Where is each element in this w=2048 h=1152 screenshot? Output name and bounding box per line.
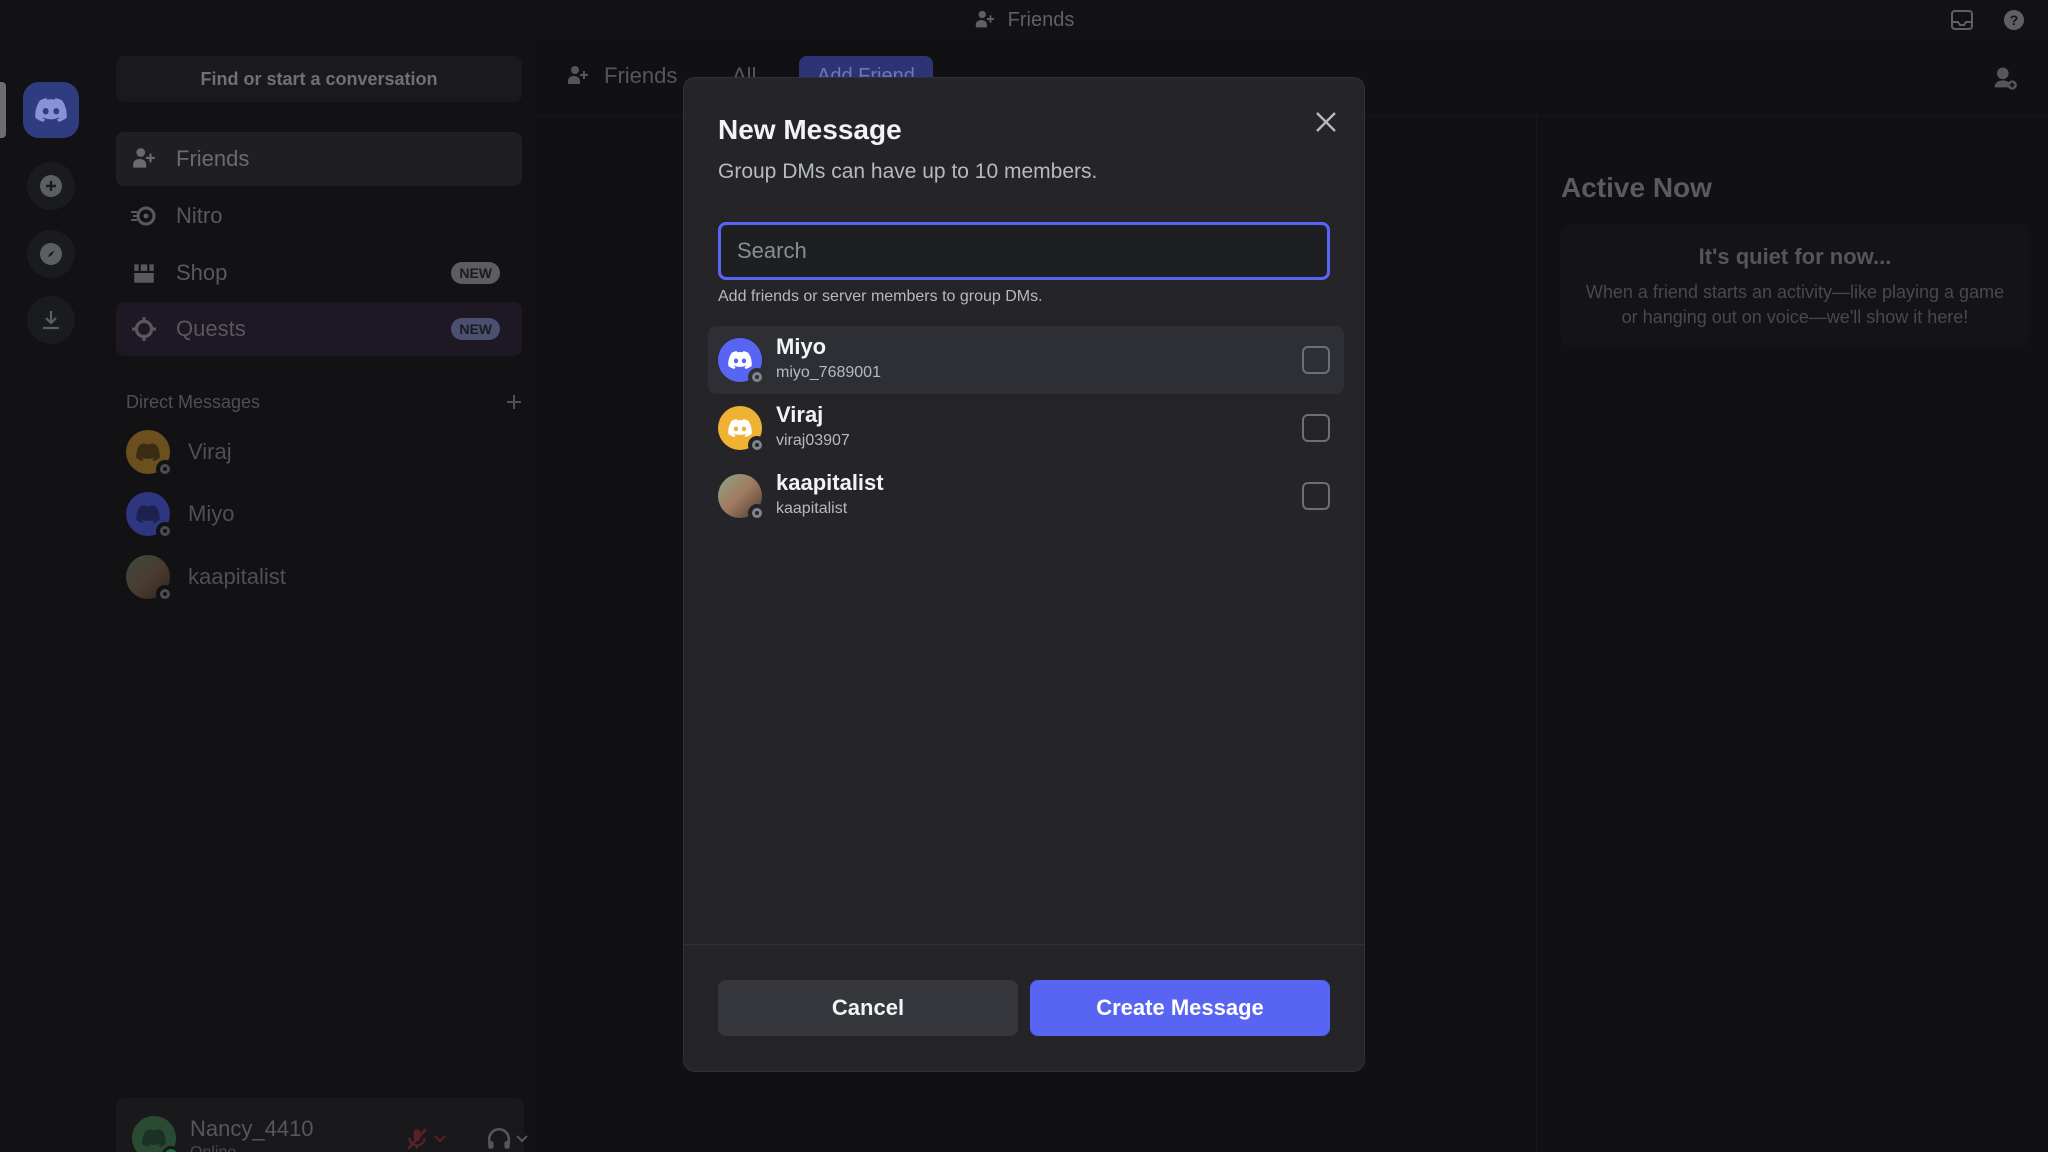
selected-server-pill <box>0 82 6 138</box>
username: Nancy_4410 <box>190 1116 314 1141</box>
friends-icon <box>975 10 994 28</box>
avatar <box>126 492 174 540</box>
friends-icon <box>568 66 588 84</box>
sidebar-item-label: Shop <box>176 260 228 285</box>
chevron-down-icon[interactable] <box>512 1124 532 1152</box>
friend-username: kaapitalist <box>776 500 848 517</box>
active-now-title: Active Now <box>1561 172 1712 203</box>
nitro-icon <box>128 200 160 232</box>
shop-icon <box>128 257 160 289</box>
friend-row-viraj[interactable]: Viraj viraj03907 <box>708 394 1344 462</box>
help-icon[interactable]: ? <box>2002 8 2026 32</box>
dm-item-miyo[interactable]: Miyo <box>126 489 522 540</box>
tab-friends: Friends <box>566 56 677 96</box>
add-server-icon[interactable] <box>27 162 75 210</box>
dm-name: kaapitalist <box>188 564 286 589</box>
active-now-panel: Active Now It's quiet for now... When a … <box>1536 116 2048 1152</box>
search-hint: Add friends or server members to group D… <box>718 288 1043 305</box>
new-badge: NEW <box>451 262 500 284</box>
avatar <box>718 474 766 522</box>
search-input[interactable] <box>718 222 1330 280</box>
avatar <box>718 338 766 386</box>
status-indicator <box>156 522 174 540</box>
add-dm-icon[interactable] <box>506 394 522 410</box>
window-title: Friends <box>0 0 2048 40</box>
dm-item-viraj[interactable]: Viraj <box>126 427 522 478</box>
empty-description: When a friend starts an activity—like pl… <box>1585 282 2005 327</box>
sidebar-item-shop[interactable]: Shop NEW <box>116 246 522 300</box>
footer-divider <box>684 944 1364 945</box>
avatar <box>126 430 174 478</box>
friend-username: viraj03907 <box>776 432 850 449</box>
quests-icon <box>128 313 160 345</box>
dm-sidebar: Find or start a conversation Friends Nit… <box>104 40 593 1152</box>
online-status-indicator <box>162 1146 180 1152</box>
status-indicator <box>748 368 766 386</box>
friend-row-miyo[interactable]: Miyo miyo_7689001 <box>708 326 1344 394</box>
user-panel: Nancy_4410 Online <box>116 1098 593 1152</box>
friend-row-kaapitalist[interactable]: kaapitalist kaapitalist <box>708 462 1344 530</box>
avatar <box>718 406 766 454</box>
mute-mic-icon[interactable] <box>402 1124 432 1152</box>
sidebar-item-quests[interactable]: Quests NEW <box>116 302 522 356</box>
status-indicator <box>156 585 174 603</box>
status-indicator <box>156 460 174 478</box>
window-title-text: Friends <box>1007 8 1075 31</box>
friend-username: miyo_7689001 <box>776 364 881 381</box>
close-icon[interactable] <box>1308 104 1344 140</box>
headphones-icon[interactable] <box>484 1124 514 1152</box>
status-indicator <box>748 436 766 454</box>
select-checkbox[interactable] <box>1302 346 1330 374</box>
modal-title: New Message <box>718 114 902 145</box>
sidebar-item-label: Friends <box>176 146 250 171</box>
svg-text:?: ? <box>2010 12 2019 28</box>
window-titlebar: Friends ? <box>0 0 2048 40</box>
direct-messages-label: Direct Messages <box>126 391 261 412</box>
friend-display-name: Viraj <box>776 402 824 427</box>
cancel-button[interactable]: Cancel <box>718 980 1018 1036</box>
server-rail <box>0 40 104 1152</box>
active-now-empty-card: It's quiet for now... When a friend star… <box>1561 224 2029 348</box>
find-conversation-button[interactable]: Find or start a conversation <box>116 56 522 102</box>
sidebar-item-nitro[interactable]: Nitro <box>116 189 522 243</box>
tab-label: Friends <box>604 63 678 88</box>
discord-home-icon[interactable] <box>23 82 79 138</box>
friend-display-name: Miyo <box>776 334 827 359</box>
find-conversation-label: Find or start a conversation <box>200 68 438 89</box>
sidebar-item-label: Nitro <box>176 203 223 228</box>
chevron-down-icon[interactable] <box>430 1124 450 1152</box>
new-badge: NEW <box>451 318 500 340</box>
empty-title: It's quiet for now... <box>1698 244 1892 269</box>
download-icon[interactable] <box>27 296 75 344</box>
user-status: Online <box>190 1144 236 1152</box>
discover-icon[interactable] <box>27 230 75 278</box>
new-message-modal: New Message Group DMs can have up to 10 … <box>683 77 1365 1072</box>
dm-name: Viraj <box>188 439 232 464</box>
select-checkbox[interactable] <box>1302 482 1330 510</box>
dm-name: Miyo <box>188 501 235 526</box>
sidebar-item-label: Quests <box>176 316 246 341</box>
new-group-dm-icon[interactable] <box>1990 64 2020 94</box>
friend-display-name: kaapitalist <box>776 470 884 495</box>
sidebar-item-friends[interactable]: Friends <box>116 132 522 186</box>
user-avatar[interactable] <box>132 1116 180 1152</box>
dm-item-kaapitalist[interactable]: kaapitalist <box>126 552 522 603</box>
modal-subtitle: Group DMs can have up to 10 members. <box>718 160 1098 183</box>
friends-icon <box>128 143 160 175</box>
status-indicator <box>748 504 766 522</box>
avatar <box>126 555 174 603</box>
direct-messages-header: Direct Messages <box>126 390 522 414</box>
inbox-icon[interactable] <box>1950 8 1974 32</box>
create-message-button[interactable]: Create Message <box>1030 980 1330 1036</box>
select-checkbox[interactable] <box>1302 414 1330 442</box>
